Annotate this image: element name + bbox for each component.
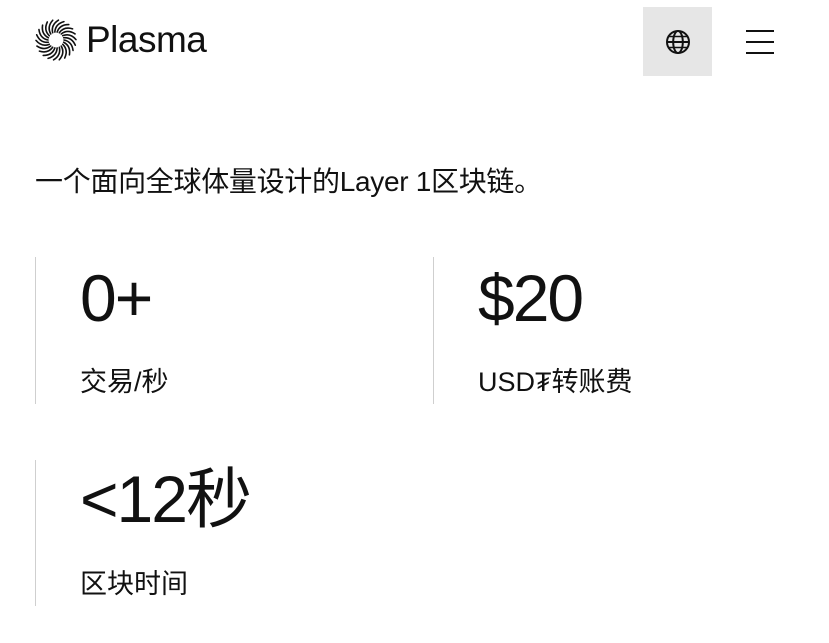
stat-value: <12秒 <box>80 462 252 536</box>
stat-value: $20 <box>478 261 584 335</box>
menu-button[interactable] <box>738 22 782 62</box>
hamburger-menu-icon <box>746 30 774 54</box>
logo-link[interactable]: Plasma <box>34 18 207 62</box>
language-button[interactable] <box>643 7 712 76</box>
hero-tagline: 一个面向全球体量设计的Layer 1区块链。 <box>35 166 542 197</box>
plasma-burst-icon <box>35 19 77 61</box>
stat-transactions: 0+ 交易/秒 <box>35 257 426 404</box>
site-header: Plasma <box>0 0 829 84</box>
logo-text: Plasma <box>86 19 207 60</box>
stat-value: 0+ <box>80 261 153 335</box>
stat-block-time: <12秒 区块时间 <box>35 460 426 606</box>
stat-label: USD₮转账费 <box>478 367 633 397</box>
globe-icon <box>665 29 690 54</box>
stat-label: 区块时间 <box>80 569 188 599</box>
stat-transfer-fee: $20 USD₮转账费 <box>433 257 824 404</box>
stat-label: 交易/秒 <box>80 367 169 397</box>
